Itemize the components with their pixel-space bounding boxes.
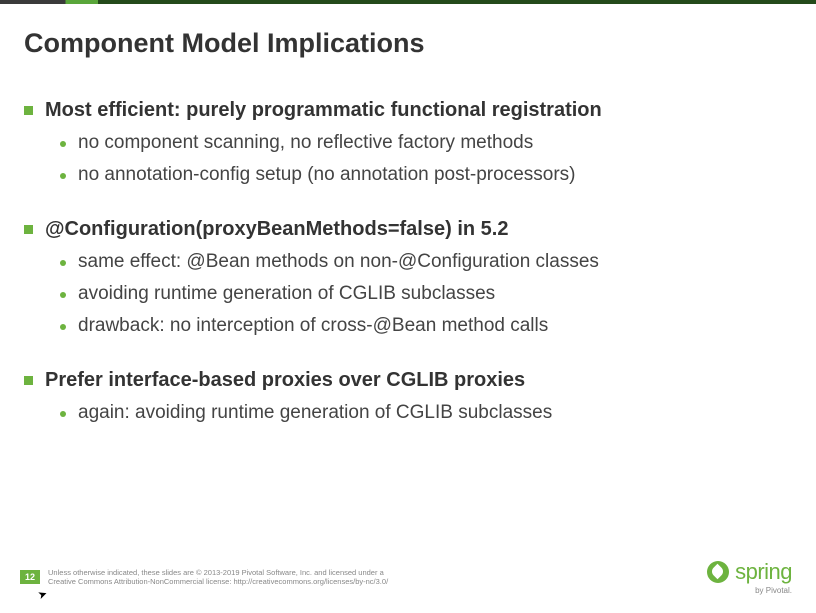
bullet-l1-text: @Configuration(proxyBeanMethods=false) i… — [45, 218, 508, 241]
bullet-l1: Prefer interface-based proxies over CGLI… — [24, 369, 792, 392]
spring-logo: spring — [707, 559, 792, 585]
spring-leaf-icon — [707, 561, 729, 583]
square-bullet-icon — [24, 106, 33, 115]
slide-content: Component Model Implications Most effici… — [0, 4, 816, 424]
bullet-l2-text: same effect: @Bean methods on non-@Confi… — [78, 251, 599, 273]
brand-subtext: by Pivotal. — [755, 586, 792, 595]
section-2: @Configuration(proxyBeanMethods=false) i… — [24, 218, 792, 337]
footer-left: 12 Unless otherwise indicated, these sli… — [20, 568, 388, 586]
footer-line-1: Unless otherwise indicated, these slides… — [48, 568, 388, 577]
bullet-l2-text: no component scanning, no reflective fac… — [78, 132, 533, 154]
dot-bullet-icon — [60, 141, 66, 147]
bullet-l2-text: no annotation-config setup (no annotatio… — [78, 164, 575, 186]
dot-bullet-icon — [60, 411, 66, 417]
bullet-l2-text: again: avoiding runtime generation of CG… — [78, 402, 552, 424]
bullet-l2-text: drawback: no interception of cross-@Bean… — [78, 315, 548, 337]
square-bullet-icon — [24, 376, 33, 385]
section-1: Most efficient: purely programmatic func… — [24, 99, 792, 186]
slide-footer: 12 Unless otherwise indicated, these sli… — [0, 559, 816, 595]
bullet-l1-text: Most efficient: purely programmatic func… — [45, 99, 602, 122]
bullet-l2: avoiding runtime generation of CGLIB sub… — [60, 283, 792, 305]
section-3: Prefer interface-based proxies over CGLI… — [24, 369, 792, 424]
dot-bullet-icon — [60, 173, 66, 179]
bullet-l2: no annotation-config setup (no annotatio… — [60, 164, 792, 186]
bullet-l2: again: avoiding runtime generation of CG… — [60, 402, 792, 424]
page-number-badge: 12 — [20, 570, 40, 584]
footer-line-2: Creative Commons Attribution-NonCommerci… — [48, 577, 388, 586]
bullet-l2: no component scanning, no reflective fac… — [60, 132, 792, 154]
dot-bullet-icon — [60, 324, 66, 330]
bullet-l2-text: avoiding runtime generation of CGLIB sub… — [78, 283, 495, 305]
dot-bullet-icon — [60, 260, 66, 266]
bullet-l1: Most efficient: purely programmatic func… — [24, 99, 792, 122]
footer-fineprint: Unless otherwise indicated, these slides… — [48, 568, 388, 586]
bullet-l1-text: Prefer interface-based proxies over CGLI… — [45, 369, 525, 392]
bullet-l1: @Configuration(proxyBeanMethods=false) i… — [24, 218, 792, 241]
bullet-l2: same effect: @Bean methods on non-@Confi… — [60, 251, 792, 273]
slide-title: Component Model Implications — [24, 28, 792, 59]
bullet-l2: drawback: no interception of cross-@Bean… — [60, 315, 792, 337]
dot-bullet-icon — [60, 292, 66, 298]
footer-right: spring by Pivotal. — [707, 559, 792, 595]
spring-wordmark: spring — [735, 559, 792, 585]
square-bullet-icon — [24, 225, 33, 234]
